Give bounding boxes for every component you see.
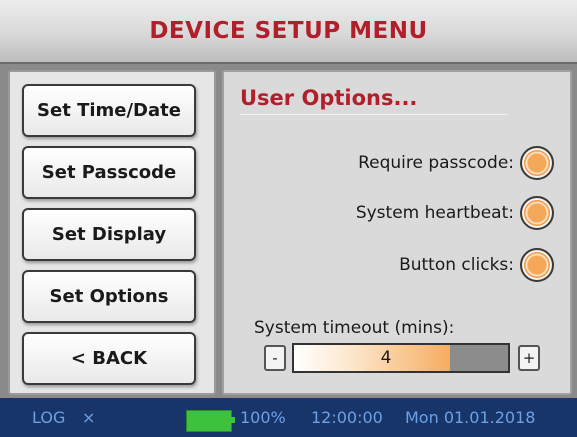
system-heartbeat-label: System heartbeat: — [355, 203, 514, 223]
status-bar: LOG × 100% 12:00:00 Mon 01.01.2018 — [0, 398, 577, 437]
timeout-increment-button[interactable]: + — [518, 345, 540, 371]
button-clicks-radio-icon[interactable] — [520, 248, 554, 282]
set-display-button[interactable]: Set Display — [22, 208, 196, 261]
timeout-slider[interactable]: 4 — [292, 343, 510, 373]
menu-panel: Set Time/Date Set Passcode Set Display S… — [8, 70, 216, 395]
section-title: User Options... — [240, 86, 418, 110]
log-close-icon[interactable]: × — [82, 408, 95, 427]
title-divider — [240, 114, 508, 115]
system-heartbeat-row: System heartbeat: — [356, 196, 554, 230]
timeout-decrement-button[interactable]: - — [264, 345, 286, 371]
timeout-value: 4 — [380, 348, 392, 368]
options-panel: User Options... Require passcode: System… — [222, 70, 572, 395]
set-passcode-button[interactable]: Set Passcode — [22, 146, 196, 199]
status-date: Mon 01.01.2018 — [405, 408, 536, 427]
back-button[interactable]: < BACK — [22, 332, 196, 385]
set-time-date-button[interactable]: Set Time/Date — [22, 84, 196, 137]
status-time: 12:00:00 — [311, 408, 383, 427]
page-title: DEVICE SETUP MENU — [149, 18, 428, 44]
battery-icon — [186, 410, 232, 432]
require-passcode-radio-icon[interactable] — [520, 146, 554, 180]
device-screen: DEVICE SETUP MENU Set Time/Date Set Pass… — [0, 0, 577, 437]
timeout-label: System timeout (mins): — [254, 318, 455, 338]
require-passcode-row: Require passcode: — [358, 146, 554, 180]
header-bar: DEVICE SETUP MENU — [0, 0, 577, 64]
button-clicks-label: Button clicks: — [399, 255, 514, 275]
button-clicks-row: Button clicks: — [399, 248, 554, 282]
battery-percent: 100% — [240, 408, 286, 427]
set-options-button[interactable]: Set Options — [22, 270, 196, 323]
battery-tip — [231, 417, 235, 423]
log-label: LOG — [32, 408, 66, 427]
require-passcode-label: Require passcode: — [358, 153, 514, 173]
system-heartbeat-radio-icon[interactable] — [520, 196, 554, 230]
